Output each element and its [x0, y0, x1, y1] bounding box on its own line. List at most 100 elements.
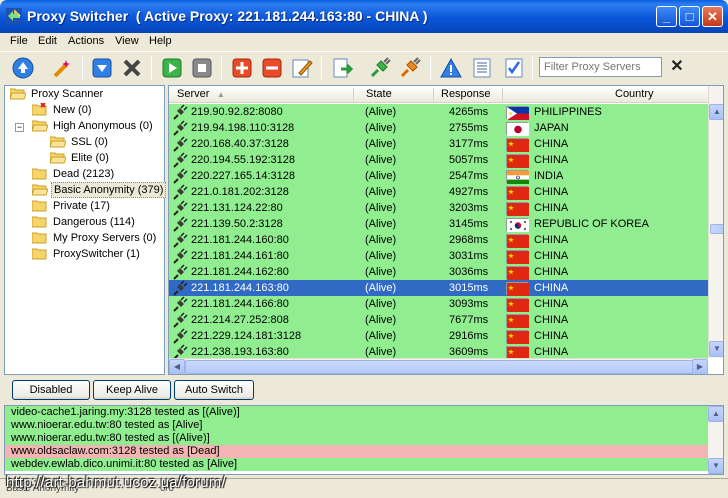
proxy-server-grid[interactable]: Server ▲ State Response Country 219.90.9… [168, 85, 724, 375]
grid-header: Server ▲ State Response Country [169, 86, 708, 103]
edit-icon[interactable] [291, 57, 313, 79]
scroll-down-icon[interactable]: ▼ [709, 341, 723, 357]
list-icon[interactable] [471, 57, 493, 79]
column-header-country[interactable]: Country [615, 88, 654, 100]
tree-node-dangerous[interactable]: Dangerous (114) [32, 215, 137, 231]
server-cell: 221.181.244.161:80 [191, 250, 289, 262]
stop-icon[interactable] [191, 57, 213, 79]
watermark: http://art-bahmut.ucoz.ua/forum/ [6, 474, 226, 491]
keep-alive-button[interactable]: Keep Alive [93, 380, 171, 400]
column-divider[interactable] [353, 88, 354, 101]
add-icon[interactable] [231, 57, 253, 79]
column-divider[interactable] [502, 88, 503, 101]
warning-icon[interactable] [440, 57, 462, 79]
tree-node-elite[interactable]: Elite (0) [50, 151, 111, 167]
checklist-icon[interactable] [503, 57, 525, 79]
proxy-plug-icon [173, 184, 188, 200]
table-row[interactable]: 221.181.244.163:80 (Alive) 3015ms CHINA [169, 280, 708, 296]
play-icon[interactable] [161, 57, 183, 79]
flag-cn-icon [506, 202, 529, 216]
tree-node-proxy-scanner[interactable]: Proxy Scanner [10, 87, 105, 103]
minimize-button[interactable]: _ [656, 6, 677, 27]
menu-file[interactable]: File [10, 35, 28, 47]
country-cell: CHINA [534, 186, 569, 198]
unplug-icon[interactable] [399, 57, 421, 79]
tree-node-basic-anonymity[interactable]: Basic Anonymity (379) [32, 181, 167, 199]
table-row[interactable]: 221.181.244.166:80 (Alive) 3093ms CHINA [169, 296, 708, 312]
column-divider[interactable] [433, 88, 434, 101]
server-cell: 219.94.198.110:3128 [191, 122, 295, 134]
close-button[interactable]: ✕ [702, 6, 723, 27]
log-scrollbar[interactable]: ▲ ▼ [708, 406, 723, 474]
tree-node-ssl[interactable]: SSL (0) [50, 135, 110, 151]
proxy-plug-icon [173, 120, 188, 136]
tree-node-dead[interactable]: Dead (2123) [32, 167, 116, 183]
table-row[interactable]: 221.139.50.2:3128 (Alive) 3145ms REPUBLIC O… [169, 216, 708, 232]
folder-open-icon [32, 120, 48, 132]
scroll-down-icon[interactable]: ▼ [708, 458, 723, 474]
menu-bar: File Edit Actions View Help [0, 33, 728, 50]
proxy-plug-icon [173, 312, 188, 328]
menu-help[interactable]: Help [149, 35, 172, 47]
delete-icon[interactable] [121, 57, 143, 79]
scroll-left-icon[interactable]: ◀ [169, 359, 185, 374]
scroll-up-icon[interactable]: ▲ [708, 406, 723, 422]
filter-proxy-servers-input[interactable] [539, 57, 662, 77]
menu-edit[interactable]: Edit [38, 35, 57, 47]
test-log[interactable]: video-cache1.jaring.my:3128 tested as [(… [4, 405, 724, 475]
scroll-up-icon[interactable]: ▲ [709, 104, 723, 120]
flag-cn-icon [506, 186, 529, 200]
vertical-scrollbar[interactable]: ▲ ▼ [708, 86, 723, 358]
response-cell: 4265ms [449, 106, 489, 118]
disabled-button[interactable]: Disabled [12, 380, 90, 400]
country-cell: INDIA [534, 170, 564, 182]
maximize-button[interactable]: □ [679, 6, 700, 27]
table-row[interactable]: 220.194.55.192:3128 (Alive) 5057ms CHINA [169, 152, 708, 168]
wand-icon[interactable] [52, 57, 74, 79]
auto-switch-button[interactable]: Auto Switch [174, 380, 254, 400]
scroll-right-icon[interactable]: ▶ [692, 359, 708, 374]
tree-node-private[interactable]: Private (17) [32, 199, 112, 215]
clear-filter-icon[interactable]: ✕ [668, 58, 686, 76]
title-bar[interactable]: Proxy Switcher ( Active Proxy: 221.181.2… [0, 0, 728, 33]
proxy-plug-icon [173, 136, 188, 152]
table-row[interactable]: 221.181.244.162:80 (Alive) 3036ms CHINA [169, 264, 708, 280]
response-cell: 2968ms [449, 234, 489, 246]
plug-icon[interactable] [369, 57, 391, 79]
collapse-icon[interactable]: − [15, 123, 24, 132]
country-cell: PHILIPPINES [534, 106, 602, 118]
table-row[interactable]: 221.229.124.181:3128 (Alive) 2916ms CHINA [169, 328, 708, 344]
tree-node-my-proxy-servers[interactable]: My Proxy Servers (0) [32, 231, 158, 247]
category-tree[interactable]: Proxy Scanner New (0) − High Anonymous (… [4, 85, 167, 375]
response-cell: 3203ms [449, 202, 489, 214]
tree-node-high-anonymous[interactable]: High Anonymous (0) [32, 119, 155, 135]
scroll-thumb[interactable] [710, 224, 723, 234]
table-row[interactable]: 220.168.40.37:3128 (Alive) 3177ms CHINA [169, 136, 708, 152]
column-header-state[interactable]: State [366, 88, 392, 100]
table-row[interactable]: 219.90.92.82:8080 (Alive) 4265ms PHILIPPINE… [169, 104, 708, 120]
table-row[interactable]: 219.94.198.110:3128 (Alive) 2755ms JAPAN [169, 120, 708, 136]
column-header-response[interactable]: Response [441, 88, 491, 100]
download-icon[interactable] [91, 57, 113, 79]
tree-node-new[interactable]: New (0) [32, 103, 94, 119]
table-row[interactable]: 221.181.244.160:80 (Alive) 2968ms CHINA [169, 232, 708, 248]
server-cell: 221.214.27.252:808 [191, 314, 289, 326]
table-row[interactable]: 221.181.244.161:80 (Alive) 3031ms CHINA [169, 248, 708, 264]
menu-actions[interactable]: Actions [68, 35, 104, 47]
remove-icon[interactable] [261, 57, 283, 79]
tree-node-label: Dead (2123) [53, 167, 115, 180]
table-row[interactable]: 221.214.27.252:808 (Alive) 7677ms CHINA [169, 312, 708, 328]
tree-node-proxyswitcher[interactable]: ProxySwitcher (1) [32, 247, 142, 263]
table-row[interactable]: 221.131.124.22:80 (Alive) 3203ms CHINA [169, 200, 708, 216]
table-row[interactable]: 220.227.165.14:3128 (Alive) 2547ms INDIA [169, 168, 708, 184]
tree-node-label: Basic Anonymity (379) [51, 181, 167, 198]
flag-cn-icon [506, 138, 529, 152]
folder-icon [32, 168, 47, 180]
horizontal-scrollbar[interactable]: ◀ ▶ [169, 358, 708, 374]
scroll-thumb[interactable] [185, 360, 693, 374]
column-header-server[interactable]: Server [177, 88, 209, 100]
menu-view[interactable]: View [115, 35, 139, 47]
connect-icon[interactable] [12, 57, 34, 79]
table-row[interactable]: 221.0.181.202:3128 (Alive) 4927ms CHINA [169, 184, 708, 200]
export-icon[interactable] [331, 57, 353, 79]
